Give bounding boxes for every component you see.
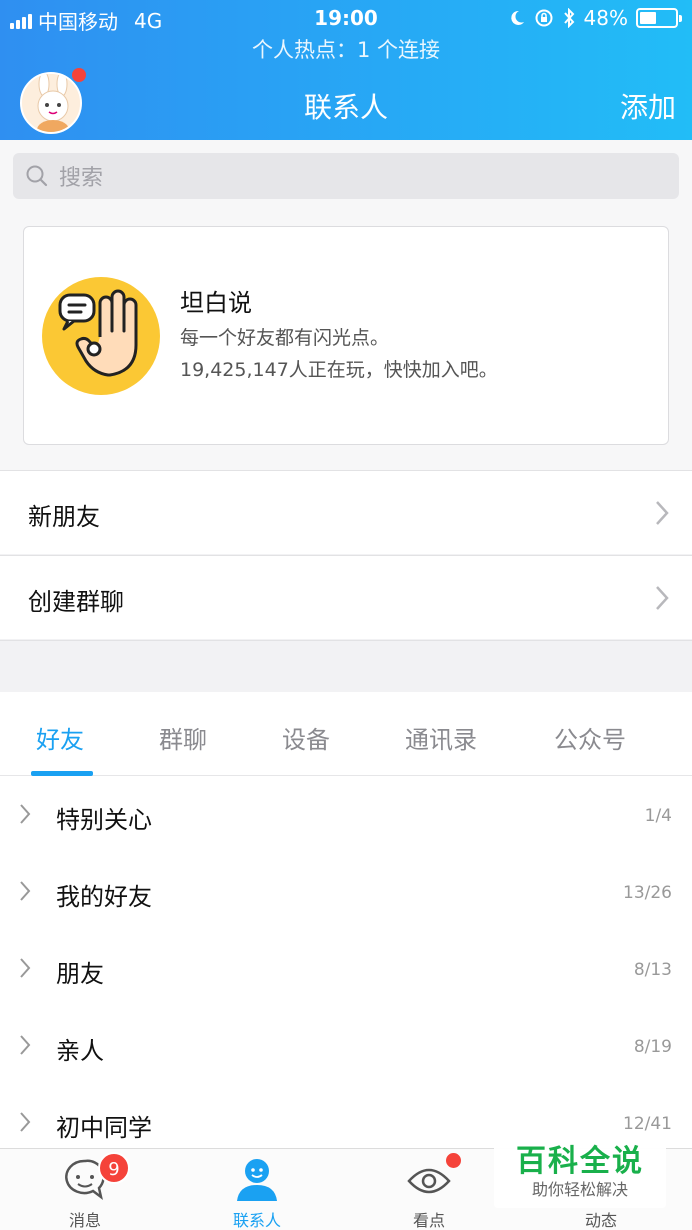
tab-address-book[interactable]: 通讯录 (405, 720, 477, 755)
chevron-right-icon (656, 586, 669, 610)
card-subtitle: 每一个好友都有闪光点。 (180, 327, 390, 349)
group-count: 1/4 (644, 806, 672, 826)
hotspot-banner[interactable]: 个人热点：1 个连接 (0, 34, 692, 64)
group-name: 朋友 (56, 960, 104, 988)
tabbar-contacts[interactable]: 联系人 (197, 1149, 317, 1230)
chevron-right-icon (20, 881, 31, 901)
battery-percent: 48% (583, 6, 628, 30)
moon-icon (510, 10, 524, 25)
group-count: 8/19 (633, 1037, 672, 1057)
group-name: 亲人 (56, 1037, 104, 1065)
watermark-title: 百科全说 (516, 1144, 644, 1179)
card-title: 坦白说 (180, 289, 252, 317)
tabbar-contacts-label: 联系人 (232, 1211, 281, 1230)
list-item[interactable]: 亲人 8/19 (0, 1007, 692, 1084)
watch-notification-dot (446, 1153, 461, 1168)
friend-groups-list: 特别关心 1/4 我的好友 13/26 朋友 8/13 亲人 8/19 初中同学… (0, 776, 692, 1148)
chevron-right-icon (20, 1035, 31, 1055)
tabbar-moments-label: 动态 (584, 1211, 617, 1230)
nav-bar: 联系人 添加 (0, 66, 692, 140)
eye-icon (407, 1168, 451, 1194)
create-group-row[interactable]: 创建群聊 (0, 555, 692, 639)
tab-devices[interactable]: 设备 (282, 720, 330, 755)
section-divider (0, 640, 692, 692)
search-area: 搜索 (0, 140, 692, 212)
tab-friends[interactable]: 好友 (36, 720, 84, 755)
tabbar-watch[interactable]: 看点 (369, 1149, 489, 1230)
list-item[interactable]: 我的好友 13/26 (0, 853, 692, 930)
card-player-count: 19,425,147人正在玩，快快加入吧。 (180, 359, 498, 381)
tanbaishuo-card[interactable]: 坦白说 每一个好友都有闪光点。 19,425,147人正在玩，快快加入吧。 (23, 226, 669, 445)
create-group-label: 创建群聊 (28, 588, 124, 616)
battery-icon (636, 8, 682, 28)
group-count: 13/26 (623, 883, 672, 903)
group-count: 8/13 (633, 960, 672, 980)
search-input[interactable]: 搜索 (13, 153, 679, 199)
messages-badge: 9 (98, 1152, 130, 1184)
tab-official-accounts[interactable]: 公众号 (554, 720, 626, 755)
page-title: 联系人 (303, 91, 388, 124)
contact-tabs: 好友 群聊 设备 通讯录 公众号 (0, 692, 692, 776)
list-item[interactable]: 朋友 8/13 (0, 930, 692, 1007)
search-placeholder: 搜索 (59, 166, 104, 191)
contacts-person-icon (237, 1159, 277, 1201)
banner-area: 坦白说 每一个好友都有闪光点。 19,425,147人正在玩，快快加入吧。 (0, 212, 692, 470)
battery-fill (640, 12, 657, 24)
rotation-lock-icon (535, 9, 553, 27)
tabbar-watch-label: 看点 (412, 1211, 445, 1230)
chevron-right-icon (656, 501, 669, 525)
bluetooth-icon (563, 8, 574, 28)
group-count: 12/41 (623, 1114, 672, 1134)
list-item[interactable]: 特别关心 1/4 (0, 776, 692, 853)
group-name: 特别关心 (56, 806, 152, 834)
search-icon (26, 165, 48, 187)
avatar-notification-dot (72, 68, 86, 82)
chevron-right-icon (20, 1112, 31, 1132)
add-button[interactable]: 添加 (620, 86, 676, 126)
new-friends-label: 新朋友 (28, 503, 100, 531)
new-friends-row[interactable]: 新朋友 (0, 470, 692, 554)
hand-icon (42, 277, 160, 395)
watermark-subtitle: 助你轻松解决 (531, 1180, 628, 1199)
watermark: 百科全说 助你轻松解决 (494, 1132, 666, 1208)
tab-groups[interactable]: 群聊 (159, 720, 207, 755)
status-bar: 中国移动 4G 19:00 48% (0, 0, 692, 36)
group-name: 我的好友 (56, 883, 152, 911)
group-name: 初中同学 (56, 1114, 152, 1142)
chevron-right-icon (20, 804, 31, 824)
chevron-right-icon (20, 958, 31, 978)
tabbar-messages-label: 消息 (68, 1211, 101, 1230)
